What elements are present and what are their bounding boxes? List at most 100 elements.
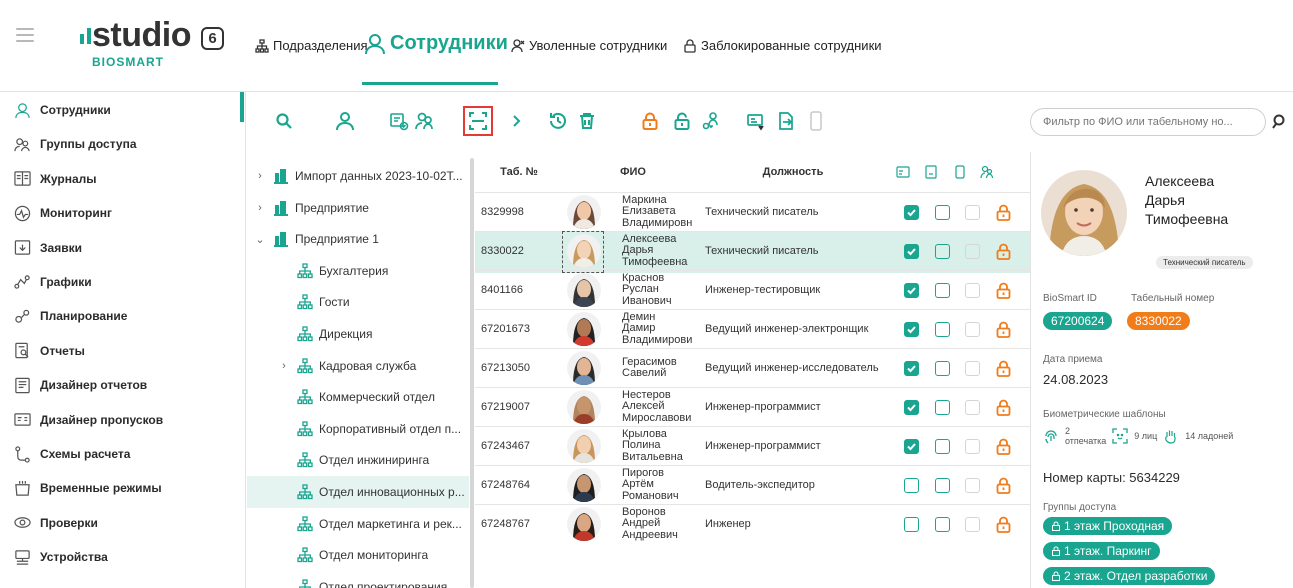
card-checkbox[interactable] — [904, 321, 919, 337]
group-access-icon[interactable] — [414, 110, 436, 132]
lock-icon[interactable] — [995, 516, 1012, 533]
document-checkbox[interactable] — [935, 282, 950, 298]
search-icon[interactable] — [273, 110, 295, 132]
tree-item[interactable]: Коммерческий отдел — [247, 381, 469, 413]
tab-employees[interactable]: Сотрудники — [364, 32, 508, 55]
trash-icon[interactable] — [576, 110, 598, 132]
document-checkbox[interactable] — [935, 321, 950, 337]
tree-item[interactable]: Отдел инжиниринга — [247, 444, 469, 476]
sidebar-item-pass-designer[interactable]: Дизайнер пропусков — [14, 405, 163, 435]
tree-item[interactable]: › Предприятие — [247, 192, 469, 224]
tree-item[interactable]: Бухгалтерия — [247, 255, 469, 287]
sidebar-item-group-access[interactable]: Группы доступа — [14, 129, 137, 159]
table-row[interactable]: 67213050 Герасимов Савелий Ведущий инженер-… — [475, 348, 1030, 390]
sidebar-item-monitoring[interactable]: Мониторинг — [14, 198, 112, 228]
table-row[interactable]: 8401166 Краснов Руслан Иванович Инженер-тест… — [475, 270, 1030, 312]
chevron-icon[interactable]: › — [253, 170, 267, 182]
card-checkbox[interactable] — [904, 243, 919, 259]
chevron-right-icon[interactable] — [505, 110, 527, 132]
scan-icon[interactable] — [467, 110, 489, 132]
tree-item[interactable]: Дирекция — [247, 318, 469, 350]
import-card-icon[interactable] — [745, 110, 767, 132]
document-checkbox[interactable] — [935, 438, 950, 454]
card-check-icon[interactable] — [388, 110, 410, 132]
tree-item[interactable]: › Кадровая служба — [247, 350, 469, 382]
card-checkbox[interactable] — [904, 282, 919, 298]
card-checkbox[interactable] — [904, 516, 919, 532]
lock-icon[interactable] — [995, 204, 1012, 221]
lock-icon[interactable] — [995, 399, 1012, 416]
sidebar-item-report-designer[interactable]: Дизайнер отчетов — [14, 370, 147, 400]
sidebar-item-time-modes[interactable]: Временные режимы — [14, 473, 162, 503]
history-icon[interactable] — [547, 110, 569, 132]
header-position[interactable]: Должность — [703, 152, 883, 192]
unlock-icon[interactable] — [671, 110, 693, 132]
tab-blocked-employees[interactable]: Заблокированные сотрудники — [683, 38, 882, 53]
sidebar-item-journal[interactable]: Журналы — [14, 164, 96, 194]
hamburger-menu-icon[interactable] — [16, 28, 34, 42]
lock-icon[interactable] — [995, 360, 1012, 377]
document-checkbox[interactable] — [935, 360, 950, 376]
table-row[interactable]: 67248764 Пирогов Артём Романович Водитель-эк… — [475, 465, 1030, 507]
tree-item-label: Отдел маркетинга и рек... — [319, 516, 462, 531]
table-row[interactable]: 67248767 Воронов Андрей Андреевич Инженер — [475, 504, 1030, 546]
access-group-chip[interactable]: 1 этаж. Паркинг — [1043, 542, 1160, 560]
tree-item[interactable]: Отдел мониторинга — [247, 539, 469, 571]
lock-icon[interactable] — [995, 438, 1012, 455]
document-checkbox[interactable] — [935, 204, 950, 220]
lock-icon[interactable] — [639, 110, 661, 132]
sidebar-item-planning[interactable]: Планирование — [14, 301, 127, 331]
chevron-icon[interactable]: › — [253, 202, 267, 214]
add-employee-icon[interactable] — [334, 110, 356, 132]
cell-fio: Герасимов Савелий — [622, 349, 677, 387]
lock-icon[interactable] — [995, 321, 1012, 338]
sidebar-item-requests[interactable]: Заявки — [14, 233, 82, 263]
table-row[interactable]: 8329998 Маркина Елизавета Владимировн Технич… — [475, 192, 1030, 234]
tree-item[interactable]: › Импорт данных 2023-10-02T... — [247, 160, 469, 192]
export-file-icon[interactable] — [775, 110, 797, 132]
avatar — [567, 193, 601, 231]
card-checkbox[interactable] — [904, 477, 919, 493]
header-fio[interactable]: ФИО — [563, 152, 703, 192]
tree-item[interactable]: Гости — [247, 286, 469, 318]
document-checkbox[interactable] — [935, 477, 950, 493]
sidebar-item-calc-scheme[interactable]: Схемы расчета — [14, 439, 130, 469]
table-row[interactable]: 67201673 Демин Дамир Владимирови Ведущий инж… — [475, 309, 1030, 351]
chevron-icon[interactable]: ⌄ — [253, 233, 267, 246]
tab-fired-employees[interactable]: Уволенные сотрудники — [511, 38, 667, 53]
lock-icon[interactable] — [995, 282, 1012, 299]
card-checkbox[interactable] — [904, 399, 919, 415]
tree-scrollbar[interactable] — [470, 158, 474, 588]
document-checkbox[interactable] — [935, 243, 950, 259]
sidebar-item-schedules[interactable]: Графики — [14, 267, 92, 297]
sidebar-item-devices[interactable]: Устройства — [14, 542, 108, 572]
card-checkbox[interactable] — [904, 204, 919, 220]
sidebar-item-checks[interactable]: Проверки — [14, 508, 98, 538]
tab-departments[interactable]: Подразделения — [255, 38, 368, 53]
tree-item[interactable]: Отдел проектирования — [247, 571, 469, 588]
key-person-icon[interactable] — [700, 110, 722, 132]
journal-icon — [14, 170, 31, 187]
table-row[interactable]: 8330022 Алексеева Дарья Тимофеевна Техническ… — [475, 231, 1030, 273]
table-row[interactable]: 67219007 Нестеров Алексей Мирославови Инжене… — [475, 387, 1030, 429]
sidebar-item-reports[interactable]: Отчеты — [14, 336, 85, 366]
card-checkbox[interactable] — [904, 438, 919, 454]
lock-icon[interactable] — [995, 477, 1012, 494]
cell-position: Инженер-программист — [705, 440, 821, 452]
lock-icon[interactable] — [995, 243, 1012, 260]
header-tab-number[interactable]: Таб. № — [475, 152, 563, 192]
search-icon[interactable] — [1272, 114, 1288, 130]
access-group-chip[interactable]: 2 этаж. Отдел разработки — [1043, 567, 1216, 585]
filter-input[interactable] — [1030, 108, 1266, 136]
tree-item[interactable]: Отдел маркетинга и рек... — [247, 508, 469, 540]
access-group-chip[interactable]: 1 этаж Проходная — [1043, 517, 1173, 535]
tree-item[interactable]: Отдел инновационных р... — [247, 476, 469, 508]
tree-item[interactable]: ⌄ Предприятие 1 — [247, 223, 469, 255]
document-checkbox[interactable] — [935, 516, 950, 532]
document-checkbox[interactable] — [935, 399, 950, 415]
sidebar-item-person[interactable]: Сотрудники — [14, 95, 111, 125]
tree-item[interactable]: Корпоративный отдел п... — [247, 413, 469, 445]
chevron-icon[interactable]: › — [277, 360, 291, 372]
card-checkbox[interactable] — [904, 360, 919, 376]
table-row[interactable]: 67243467 Крылова Полина Витальевна Инженер-п… — [475, 426, 1030, 468]
